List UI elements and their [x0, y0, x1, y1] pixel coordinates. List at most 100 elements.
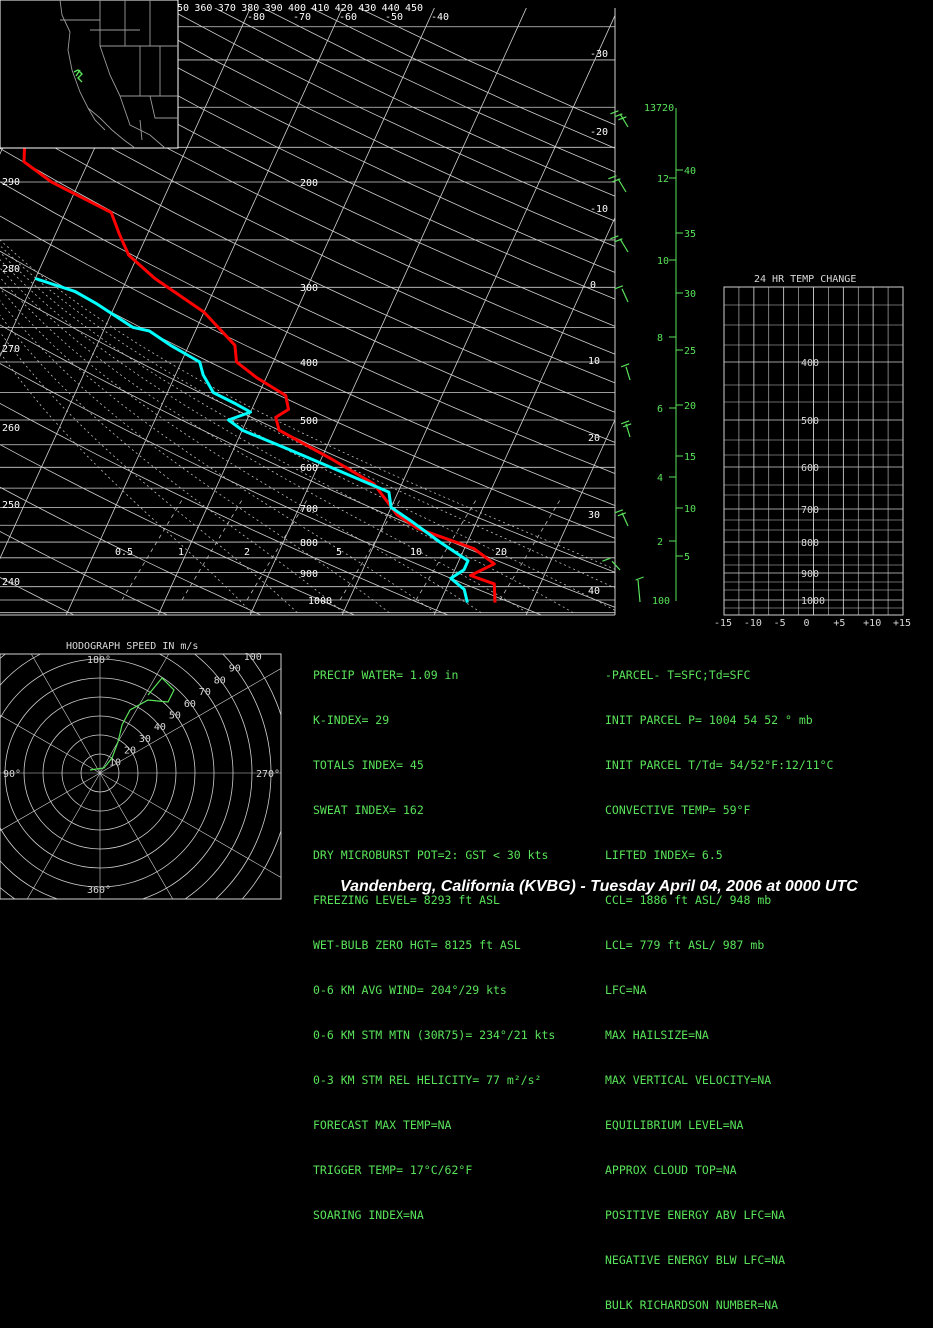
wind-barb-staff [622, 513, 628, 526]
speed-ring-label: 70 [199, 687, 211, 698]
hodograph-frame [0, 654, 281, 899]
wind-barb-staff [620, 239, 628, 252]
isotherm-line [430, 2, 713, 625]
top-kelvin-label: 360 [194, 3, 212, 14]
pressure-label: 900 [300, 569, 318, 580]
moist-adiabat [0, 182, 389, 613]
isotherm-label: 40 [588, 586, 600, 597]
mixing-ratio-label: 0.5 [115, 547, 133, 558]
stat-line: INIT PARCEL P= 1004 54 52 ° mb [605, 713, 833, 728]
pressure-label: 200 [300, 178, 318, 189]
theta-label: 270 [2, 344, 20, 355]
wind-barb-flag [621, 421, 629, 424]
wind-barb-flag [610, 111, 618, 114]
kft-label: 30 [684, 289, 696, 300]
temp-change-xtick: +15 [893, 618, 911, 629]
theta-label: 280 [2, 264, 20, 275]
direction-label: 90° [3, 769, 21, 780]
mixing-ratio-label: 10 [410, 547, 422, 558]
stat-line: SWEAT INDEX= 162 [313, 803, 555, 818]
stat-line: LFC=NA [605, 983, 833, 998]
pressure-label: 300 [300, 283, 318, 294]
wind-barb-flag [602, 558, 610, 561]
wind-barb-staff [626, 367, 630, 380]
top-celsius-label: -50 [385, 12, 403, 23]
temp-change-xtick: -15 [714, 618, 732, 629]
speed-ring-label: 50 [169, 711, 181, 722]
km-label: 4 [657, 473, 663, 484]
stat-line: NEGATIVE ENERGY BLW LFC=NA [605, 1253, 833, 1268]
moist-adiabat [0, 182, 435, 613]
wind-barb-staff [620, 114, 628, 127]
theta-label: 250 [2, 500, 20, 511]
dry-adiabat [251, 2, 933, 625]
wind-barbs [602, 111, 643, 602]
isotherm-label: -20 [590, 127, 608, 138]
stat-line: MAX VERTICAL VELOCITY=NA [605, 1073, 833, 1088]
mixing-ratio-label: 2 [244, 547, 250, 558]
moist-adiabat [0, 182, 297, 613]
stat-line: TRIGGER TEMP= 17°C/62°F [313, 1163, 555, 1178]
dry-adiabat [156, 2, 933, 625]
stat-line: EQUILIBRIUM LEVEL=NA [605, 1118, 833, 1133]
temp-change-pressure-label: 400 [801, 358, 819, 369]
dry-adiabat [61, 2, 933, 625]
isotherm-label: -30 [590, 49, 608, 60]
wind-barb-staff [618, 179, 626, 192]
pressure-label: 400 [300, 358, 318, 369]
isotherm-line [338, 2, 621, 625]
isotherm-line [706, 2, 933, 625]
isotherm-line [522, 2, 805, 625]
top-kelvin-label: 370 [218, 3, 236, 14]
km-label: 10 [657, 256, 669, 267]
temp-change-xtick: +10 [863, 618, 881, 629]
top-celsius-label: -80 [247, 12, 265, 23]
isotherm-label: 30 [588, 510, 600, 521]
theta-label: 290 [2, 177, 20, 188]
moist-adiabat [0, 182, 665, 613]
wind-barb-staff [612, 561, 620, 570]
direction-label: 180° [87, 655, 111, 666]
pressure-label: 1000 [308, 596, 332, 607]
isotherm-label: -10 [590, 204, 608, 215]
temp-change-pressure-label: 900 [801, 569, 819, 580]
stat-line: WET-BULB ZERO HGT= 8125 ft ASL [313, 938, 555, 953]
dry-adiabat [346, 2, 933, 625]
mixing-ratio-line [247, 500, 307, 600]
top-celsius-label: -60 [339, 12, 357, 23]
stat-line: 0-6 KM AVG WIND= 204°/29 kts [313, 983, 555, 998]
stability-indices-left: PRECIP WATER= 1.09 in K-INDEX= 29 TOTALS… [313, 638, 555, 1238]
isotherm-label: 0 [590, 280, 596, 291]
stat-line: K-INDEX= 29 [313, 713, 555, 728]
kft-label: 25 [684, 346, 696, 357]
speed-ring-label: 90 [229, 664, 241, 675]
temp-change-pressure-label: 700 [801, 505, 819, 516]
temp-change-xtick: +5 [833, 618, 845, 629]
kft-label: 5 [684, 552, 690, 563]
pressure-label: 700 [300, 504, 318, 515]
stat-line: INIT PARCEL T/Td= 54/52°F:12/11°C [605, 758, 833, 773]
stat-line: DRY MICROBURST POT=2: GST < 30 kts [313, 848, 555, 863]
dry-adiabat [299, 2, 933, 625]
stat-line: -PARCEL- T=SFC;Td=SFC [605, 668, 833, 683]
top-kelvin-label: 390 [265, 3, 283, 14]
isotherm-line [798, 2, 933, 625]
stat-line: MAX HAILSIZE=NA [605, 1028, 833, 1043]
stat-line: SOARING INDEX=NA [313, 1208, 555, 1223]
temp-change-pressure-label: 800 [801, 538, 819, 549]
stat-line: LCL= 779 ft ASL/ 987 mb [605, 938, 833, 953]
stat-line: BULK RICHARDSON NUMBER=NA [605, 1298, 833, 1313]
dry-adiabat [203, 2, 933, 625]
isotherm-line [614, 2, 897, 625]
kft-label: 15 [684, 452, 696, 463]
kft-label: 10 [684, 504, 696, 515]
speed-ring-label: 20 [124, 746, 136, 757]
temp-change-pressure-label: 600 [801, 463, 819, 474]
height-bottom-label: 100 [652, 596, 670, 607]
isotherm-label: 10 [588, 356, 600, 367]
top-celsius-label: -70 [293, 12, 311, 23]
stat-line: 0-6 KM STM MTN (30R75)= 234°/21 kts [313, 1028, 555, 1043]
top-kelvin-label: 430 [358, 3, 376, 14]
km-label: 8 [657, 333, 663, 344]
theta-label: 260 [2, 423, 20, 434]
